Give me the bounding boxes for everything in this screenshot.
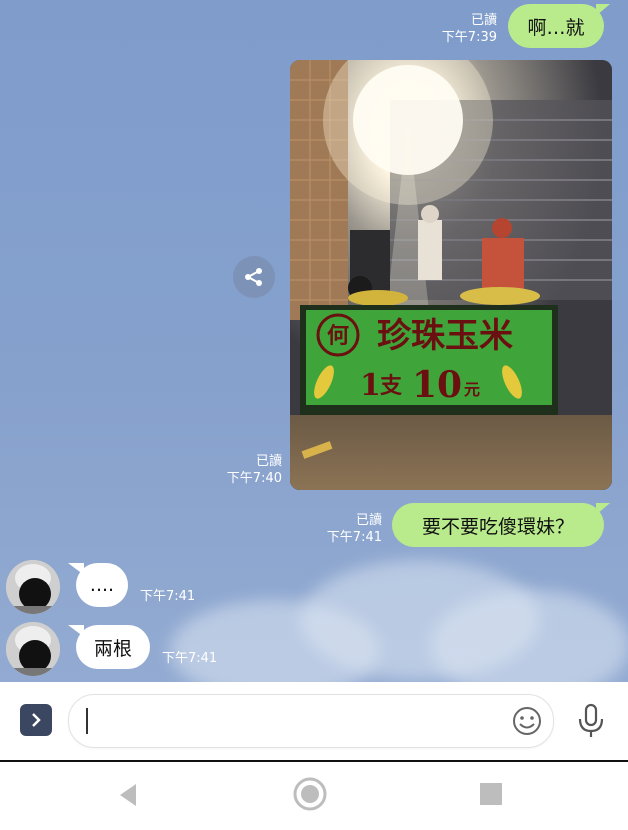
system-navigation-bar (0, 762, 628, 830)
sign-price-quantity: 1 (360, 368, 381, 403)
avatar[interactable] (6, 622, 60, 676)
sign-top-text: 何 (327, 323, 349, 349)
read-receipt: 已讀 (470, 13, 497, 28)
avatar[interactable] (6, 560, 60, 614)
message-text: .... (89, 574, 115, 596)
message-input-bar (0, 682, 628, 762)
sign-price-unit: 支 (380, 374, 403, 399)
message-meta: 已讀 下午7:40 (227, 453, 282, 487)
message-bubble-sent[interactable]: 啊…就 (508, 4, 604, 48)
message-bubble-received[interactable]: .... (76, 563, 128, 607)
microphone-icon (578, 703, 604, 737)
message-meta: 已讀 下午7:41 (327, 512, 382, 546)
text-cursor (86, 708, 88, 734)
microphone-button[interactable] (574, 702, 608, 740)
share-button[interactable] (233, 256, 275, 298)
corn-stall-photo: 何 珍珠玉米 1 支 10 元 (290, 60, 612, 490)
chat-area[interactable]: 已讀 下午7:39 啊…就 何 珍珠玉米 1 支 10 元 已讀 下午7:40 … (0, 0, 628, 682)
home-button[interactable] (292, 776, 328, 812)
message-bubble-received[interactable]: 兩根 (76, 625, 150, 669)
smiley-icon (513, 707, 541, 735)
message-bubble-sent[interactable]: 要不要吃傻環妹？ (392, 503, 604, 547)
message-meta: 已讀 下午7:39 (442, 12, 497, 46)
sign-price-currency: 元 (464, 380, 480, 399)
message-text: 兩根 (93, 637, 132, 660)
recents-button[interactable] (478, 781, 504, 807)
message-time: 下午7:41 (140, 589, 196, 604)
message-time: 下午7:41 (326, 530, 382, 545)
message-text: 要不要吃傻環妹？ (421, 515, 574, 538)
back-button[interactable] (114, 780, 144, 810)
message-time: 下午7:39 (441, 30, 497, 45)
expand-menu-button[interactable] (20, 704, 52, 736)
message-text: 啊…就 (527, 16, 585, 39)
avatar-photo (6, 560, 60, 614)
read-receipt: 已讀 (355, 513, 382, 528)
message-time: 下午7:40 (226, 471, 282, 486)
sign-price-amount: 10 (412, 364, 462, 406)
home-circle-icon (293, 777, 327, 811)
recents-square-icon (480, 783, 502, 805)
read-receipt: 已讀 (255, 454, 282, 469)
image-message[interactable]: 何 珍珠玉米 1 支 10 元 (290, 60, 612, 490)
chevron-right-icon (32, 713, 41, 727)
bubble-tail (596, 4, 610, 16)
share-icon (245, 268, 262, 286)
message-time: 下午7:41 (162, 651, 218, 666)
message-input[interactable] (68, 694, 554, 748)
emoji-button[interactable] (511, 705, 543, 737)
avatar-photo (6, 622, 60, 676)
sign-title-text: 珍珠玉米 (377, 316, 513, 356)
back-triangle-icon (120, 784, 136, 806)
bubble-tail (596, 503, 610, 515)
